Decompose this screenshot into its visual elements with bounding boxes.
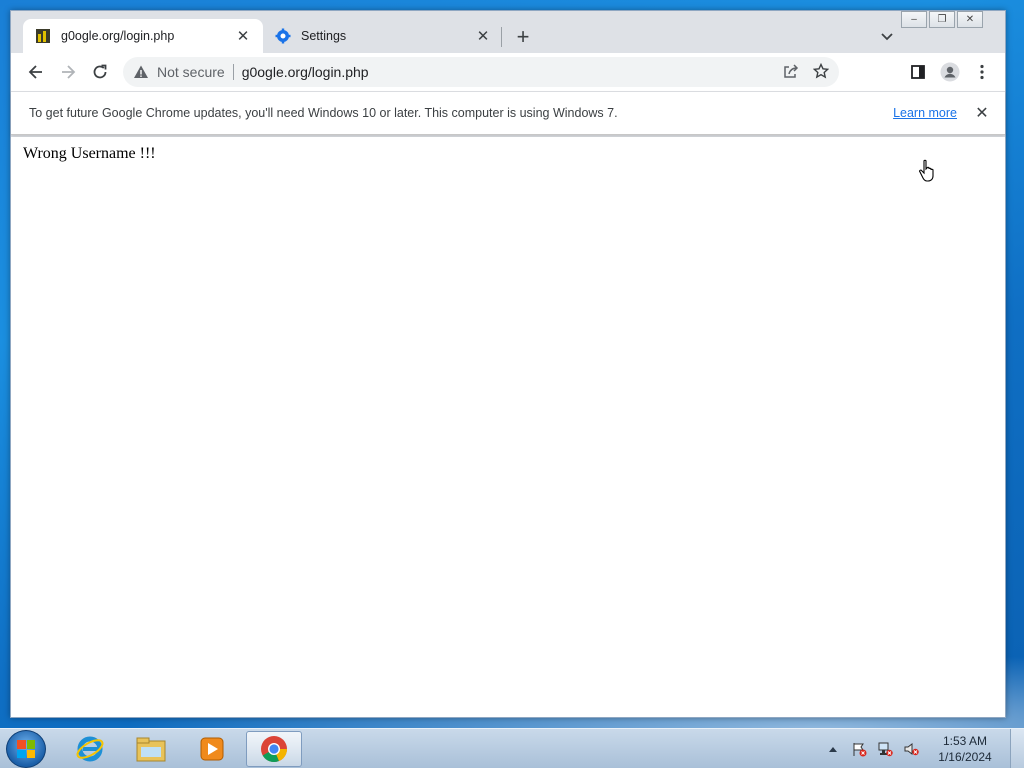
- bookmark-star-icon[interactable]: [812, 62, 830, 82]
- start-button[interactable]: [6, 730, 46, 768]
- internet-explorer-icon[interactable]: [62, 731, 118, 767]
- system-tray: 1:53 AM 1/16/2024: [820, 729, 1024, 768]
- clock-time: 1:53 AM: [942, 734, 988, 748]
- back-button[interactable]: [23, 59, 49, 85]
- share-icon[interactable]: [783, 63, 799, 82]
- new-tab-button[interactable]: +: [511, 24, 535, 49]
- windows-logo-icon: [17, 740, 35, 758]
- address-divider: [232, 64, 234, 80]
- site-favicon-icon: [35, 28, 51, 44]
- menu-kebab-icon[interactable]: [969, 59, 995, 85]
- chrome-window: – ❐ ✕ g0ogle.org/login.php ✕ Settings ✕ …: [10, 10, 1006, 718]
- learn-more-link[interactable]: Learn more: [893, 106, 957, 120]
- warning-icon[interactable]: [133, 64, 149, 80]
- error-message: Wrong Username !!!: [23, 145, 156, 162]
- page-content: Wrong Username !!!: [11, 137, 1005, 717]
- media-player-icon[interactable]: [184, 731, 240, 767]
- taskbar-clock[interactable]: 1:53 AM 1/16/2024: [930, 733, 1000, 765]
- tab-title: Settings: [301, 29, 347, 43]
- omnibox-actions: [783, 62, 830, 82]
- close-infobar-icon[interactable]: ✕: [973, 104, 991, 122]
- clock-date: 1/16/2024: [938, 750, 992, 764]
- windows-explorer-icon[interactable]: [123, 731, 179, 767]
- tab-strip: g0ogle.org/login.php ✕ Settings ✕ +: [11, 11, 1005, 53]
- address-bar[interactable]: Not secure g0ogle.org/login.php: [123, 57, 839, 87]
- reload-button[interactable]: [87, 59, 113, 85]
- volume-muted-icon[interactable]: [902, 740, 920, 758]
- close-tab-icon[interactable]: ✕: [475, 28, 491, 45]
- url-text[interactable]: g0ogle.org/login.php: [242, 64, 369, 80]
- taskbar: 1:53 AM 1/16/2024: [0, 728, 1024, 768]
- toolbar: Not secure g0ogle.org/login.php: [11, 53, 1005, 91]
- hand-cursor-icon: [919, 159, 937, 188]
- close-tab-icon[interactable]: ✕: [235, 28, 251, 45]
- side-panel-icon[interactable]: [905, 59, 931, 85]
- action-center-flag-icon[interactable]: [850, 740, 868, 758]
- network-icon[interactable]: [876, 740, 894, 758]
- gear-icon: [275, 28, 291, 44]
- tab-divider: [501, 27, 502, 47]
- show-hidden-icons-icon[interactable]: [824, 740, 842, 758]
- security-label[interactable]: Not secure: [157, 64, 225, 80]
- chrome-taskbar-icon[interactable]: [246, 731, 302, 767]
- tab-login[interactable]: g0ogle.org/login.php ✕: [23, 19, 263, 53]
- tab-settings[interactable]: Settings ✕: [263, 19, 503, 53]
- forward-button[interactable]: [55, 59, 81, 85]
- profile-avatar-icon[interactable]: [937, 59, 963, 85]
- show-desktop-button[interactable]: [1010, 729, 1024, 768]
- chevron-down-icon[interactable]: [877, 27, 897, 47]
- update-infobar: To get future Google Chrome updates, you…: [11, 91, 1005, 135]
- infobar-message: To get future Google Chrome updates, you…: [29, 106, 618, 120]
- tab-title: g0ogle.org/login.php: [61, 29, 175, 43]
